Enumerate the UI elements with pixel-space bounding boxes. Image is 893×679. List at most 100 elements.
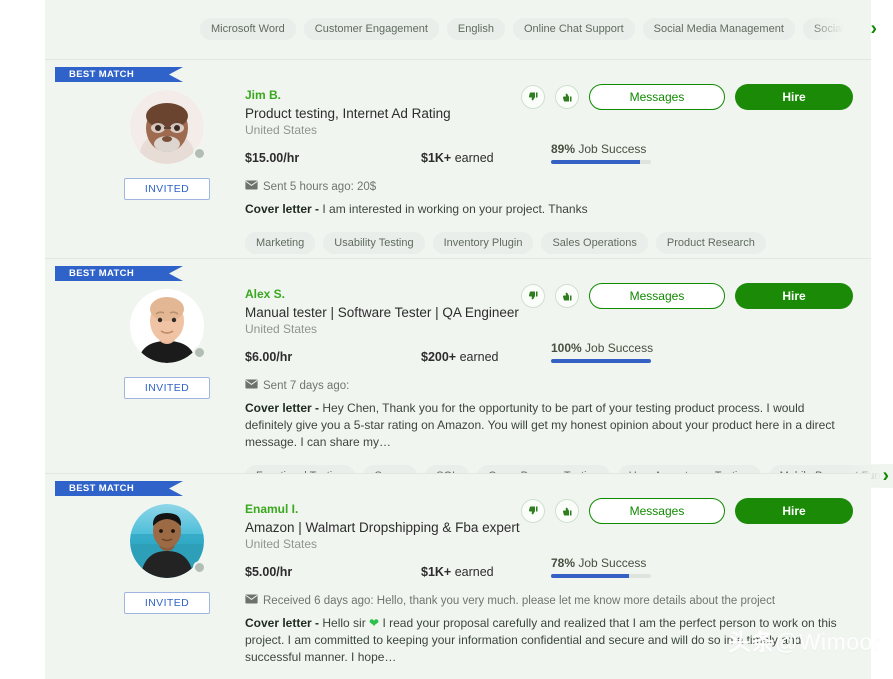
freelancer-name[interactable]: Enamul I. <box>245 502 298 516</box>
freelancer-location: United States <box>245 123 318 137</box>
skill-tag[interactable]: Microsoft Word <box>200 18 296 40</box>
job-success-fill <box>551 359 651 363</box>
proposal-body: Jim B. Product testing, Internet Ad Rati… <box>245 86 853 255</box>
best-match-ribbon: BEST MATCH <box>55 266 183 281</box>
best-match-ribbon: BEST MATCH <box>55 67 183 82</box>
cover-letter-label: Cover letter - <box>245 202 320 216</box>
envelope-icon <box>245 180 258 190</box>
previous-card-skills-row: Microsoft Word Customer Engagement English… <box>45 0 877 53</box>
job-success-section: 78% Job Success <box>551 556 853 578</box>
job-success-track <box>551 359 651 363</box>
thumbs-down-glyph <box>528 506 538 515</box>
thumbs-up-icon[interactable] <box>555 499 579 523</box>
avatar[interactable] <box>130 289 206 363</box>
thumbs-down-icon[interactable] <box>521 284 545 308</box>
hourly-rate: $5.00/hr <box>245 565 293 579</box>
skill-tag[interactable]: Social Media Plugin <box>802 18 855 40</box>
skill-tag[interactable]: Customer Engagement <box>303 18 439 40</box>
message-status: Sent 7 days ago: <box>245 379 853 392</box>
avatar[interactable] <box>130 90 206 164</box>
cover-letter-label: Cover letter - <box>245 616 320 630</box>
thumbs-up-icon[interactable] <box>555 284 579 308</box>
hire-button[interactable]: Hire <box>735 498 853 524</box>
total-earned: $1K+ earned <box>421 565 494 579</box>
skill-tag-row-top: Microsoft Word Customer Engagement English… <box>200 17 877 41</box>
thumbs-down-glyph <box>528 291 538 300</box>
freelancer-location: United States <box>245 537 318 551</box>
skill-tag[interactable]: Social Media Management <box>642 18 795 40</box>
avatar[interactable] <box>130 504 206 578</box>
thumbs-down-icon[interactable] <box>521 85 545 109</box>
online-status-dot <box>193 561 206 574</box>
cover-letter-label: Cover letter - <box>245 401 320 415</box>
freelancer-name[interactable]: Alex S. <box>245 287 285 301</box>
skill-tag[interactable]: Product Research <box>655 232 766 254</box>
job-success-section: 100% Job Success <box>551 341 853 363</box>
hourly-rate: $6.00/hr <box>245 350 293 364</box>
skills-section: Marketing Usability Testing Inventory Plug… <box>245 231 853 255</box>
job-success-fill <box>551 160 640 164</box>
proposal-body: Alex S. Manual tester | Software Tester … <box>245 285 893 488</box>
card-actions: Messages Hire <box>521 498 853 524</box>
job-success-label: 100% Job Success <box>551 341 654 355</box>
card-actions: Messages Hire <box>521 283 853 309</box>
messages-button[interactable]: Messages <box>589 283 725 309</box>
skills-next-chevron-icon[interactable]: › <box>883 467 889 486</box>
avatar-column: INVITED <box>107 90 227 200</box>
job-success-track <box>551 574 651 578</box>
envelope-icon <box>245 379 258 392</box>
online-status-dot <box>193 346 206 359</box>
skill-tag-row: Marketing Usability Testing Inventory Plug… <box>245 231 893 255</box>
skill-tag[interactable]: Online Chat Support <box>512 18 635 40</box>
messages-button[interactable]: Messages <box>589 498 725 524</box>
invited-badge: INVITED <box>123 592 211 614</box>
skill-tag[interactable]: Marketing <box>245 232 316 254</box>
total-earned: $1K+ earned <box>421 151 494 165</box>
freelancer-location: United States <box>245 322 318 336</box>
freelancer-name[interactable]: Jim B. <box>245 88 281 102</box>
cover-letter: Cover letter - I am interested in workin… <box>245 202 588 216</box>
envelope-icon <box>245 594 258 607</box>
avatar-column: INVITED <box>107 504 227 614</box>
proposal-card: BEST MATCH INVITED Enamul I. Amazon | Wa… <box>45 473 871 679</box>
job-success-label: 78% Job Success <box>551 556 647 570</box>
green-heart-icon: ❤ <box>369 616 380 630</box>
best-match-ribbon: BEST MATCH <box>55 481 183 496</box>
thumbs-down-icon[interactable] <box>521 499 545 523</box>
thumbs-up-glyph <box>562 507 572 516</box>
message-status-text: Sent 5 hours ago: 20$ <box>263 180 377 193</box>
hire-button[interactable]: Hire <box>735 84 853 110</box>
total-earned: $200+ earned <box>421 350 499 364</box>
message-status: Sent 5 hours ago: 20$ <box>245 180 853 193</box>
invited-badge: INVITED <box>123 377 211 399</box>
hourly-rate: $15.00/hr <box>245 151 300 165</box>
proposal-card: BEST MATCH INVITED Alex S. Manual tester… <box>45 258 893 488</box>
envelope-icon <box>245 594 258 604</box>
avatar-column: INVITED <box>107 289 227 399</box>
skill-tag[interactable]: Usability Testing <box>323 232 425 254</box>
skills-next-chevron-icon[interactable]: › <box>871 20 877 39</box>
card-actions: Messages Hire <box>521 84 853 110</box>
skill-tag[interactable]: Sales Operations <box>541 232 648 254</box>
message-status-text: Sent 7 days ago: <box>263 379 350 392</box>
message-status: Received 6 days ago: Hello, thank you ve… <box>245 594 853 607</box>
thumbs-up-glyph <box>562 93 572 102</box>
proposal-body: Enamul I. Amazon | Walmart Dropshipping … <box>245 500 853 679</box>
thumbs-up-icon[interactable] <box>555 85 579 109</box>
job-success-section: 89% Job Success <box>551 142 853 164</box>
job-success-label: 89% Job Success <box>551 142 647 156</box>
envelope-icon <box>245 379 258 389</box>
job-success-track <box>551 160 651 164</box>
skill-tag[interactable]: English <box>446 18 505 40</box>
hire-button[interactable]: Hire <box>735 283 853 309</box>
message-status-text: Received 6 days ago: Hello, thank you ve… <box>263 594 776 607</box>
online-status-dot <box>193 147 206 160</box>
skill-tag[interactable]: Inventory Plugin <box>432 232 534 254</box>
freelancer-proposals-list: Microsoft Word Customer Engagement English… <box>0 0 893 679</box>
proposal-card: BEST MATCH INVITED Jim B. Product testin… <box>45 59 871 258</box>
envelope-icon <box>245 180 258 193</box>
cover-letter: Cover letter - Hello sir ❤ I read your p… <box>245 616 837 664</box>
cover-letter: Cover letter - Hey Chen, Thank you for t… <box>245 401 835 449</box>
thumbs-down-glyph <box>528 92 538 101</box>
messages-button[interactable]: Messages <box>589 84 725 110</box>
